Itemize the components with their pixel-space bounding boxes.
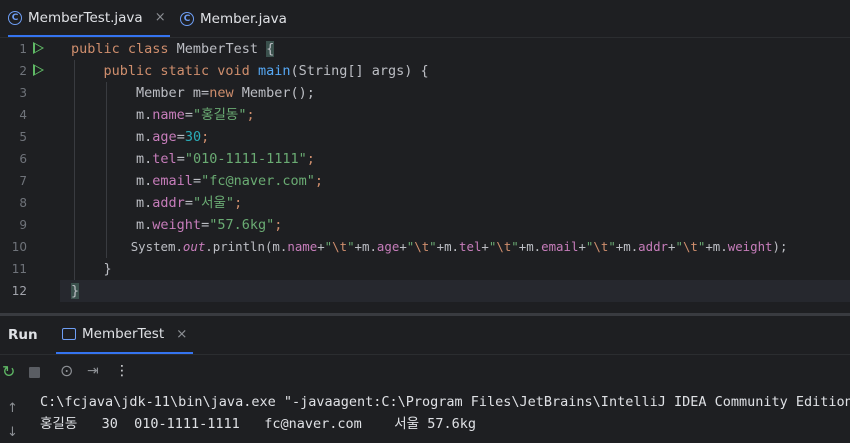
- run-panel-header: Run MemberTest ×: [0, 316, 850, 355]
- exit-icon[interactable]: ⇥: [87, 363, 99, 379]
- rerun-icon[interactable]: ↻: [2, 362, 15, 381]
- code-line-11: }: [103, 261, 112, 277]
- gutter-line: 9: [0, 214, 60, 236]
- scroll-up-icon[interactable]: ↑: [7, 401, 18, 416]
- console-icon: [62, 328, 76, 340]
- gutter-line: 3: [0, 82, 60, 104]
- close-icon[interactable]: ×: [155, 10, 166, 25]
- code-line-10: System.out.println(m.name+"\t"+m.age+"\t…: [130, 239, 788, 254]
- tab-member-java[interactable]: C Member.java: [180, 0, 287, 37]
- code-line-12: }: [71, 283, 80, 299]
- console-output-line: 홍길동 30 010-1111-1111 fc@naver.com 서울 57.…: [40, 416, 476, 432]
- tab-run-membertest[interactable]: MemberTest ×: [56, 316, 194, 354]
- line-number: 1: [19, 42, 27, 56]
- line-number: 6: [19, 152, 27, 166]
- line-number: 10: [11, 240, 27, 254]
- class-c-icon: C: [8, 10, 22, 25]
- code-line-4: m.name="홍길동";: [136, 107, 255, 123]
- line-number: 4: [19, 108, 27, 122]
- code-line-9: m.weight="57.6kg";: [136, 217, 283, 233]
- current-line-highlight: [60, 280, 850, 302]
- code-line-6: m.tel="010-1111-1111";: [136, 151, 315, 167]
- line-number: 9: [19, 218, 27, 232]
- editor-tab-bar: C MemberTest.java × C Member.java: [0, 0, 850, 38]
- more-icon[interactable]: ⋮: [115, 363, 129, 379]
- gutter-line: 4: [0, 104, 60, 126]
- gutter-line: 5: [0, 126, 60, 148]
- code-line-5: m.age=30;: [136, 129, 210, 145]
- console-output[interactable]: ↑ ↓ C:\fcjava\jdk-11\bin\java.exe "-java…: [0, 390, 850, 443]
- code-line-1: public class MemberTest {: [71, 41, 275, 57]
- line-number: 11: [11, 262, 27, 276]
- close-icon[interactable]: ×: [176, 326, 187, 342]
- tab-membertest-java[interactable]: C MemberTest.java ×: [8, 0, 170, 37]
- gutter-line: 2: [0, 60, 60, 82]
- code-line-8: m.addr="서울";: [136, 195, 243, 211]
- code-line-7: m.email="fc@naver.com";: [136, 173, 324, 189]
- gutter-line: 10: [0, 236, 60, 258]
- gutter-line: 1: [0, 38, 60, 60]
- line-number: 5: [19, 130, 27, 144]
- code-line-3: Member m=new Member();: [136, 85, 315, 101]
- console-command-line: C:\fcjava\jdk-11\bin\java.exe "-javaagen…: [40, 394, 850, 410]
- line-number: 7: [19, 174, 27, 188]
- line-number: 3: [19, 86, 27, 100]
- line-number: 2: [19, 64, 27, 78]
- gutter-line: 8: [0, 192, 60, 214]
- gutter-line: 6: [0, 148, 60, 170]
- tab-label: Member.java: [200, 10, 287, 27]
- gutter-line: 7: [0, 170, 60, 192]
- code-editor[interactable]: 1 2 3 4 5 6 7 8 9 10 11 12 public class …: [0, 38, 850, 313]
- stop-icon[interactable]: [29, 367, 40, 378]
- line-number: 8: [19, 196, 27, 210]
- line-number: 12: [11, 284, 27, 298]
- tab-label: MemberTest.java: [28, 9, 143, 26]
- run-gutter-icon[interactable]: [33, 42, 44, 54]
- camera-icon[interactable]: ⊙: [60, 361, 73, 380]
- run-tab-label: MemberTest: [82, 326, 165, 342]
- scroll-down-icon[interactable]: ↓: [7, 425, 18, 440]
- gutter-line: 12: [0, 280, 60, 302]
- run-panel-title: Run: [8, 327, 38, 343]
- class-c-icon: C: [180, 11, 194, 26]
- run-toolbar: ↻ ⊙ ⇥ ⋮: [0, 355, 850, 389]
- code-line-2: public static void main(String[] args) {: [103, 63, 429, 79]
- gutter-line: 11: [0, 258, 60, 280]
- run-gutter-icon[interactable]: [33, 64, 44, 76]
